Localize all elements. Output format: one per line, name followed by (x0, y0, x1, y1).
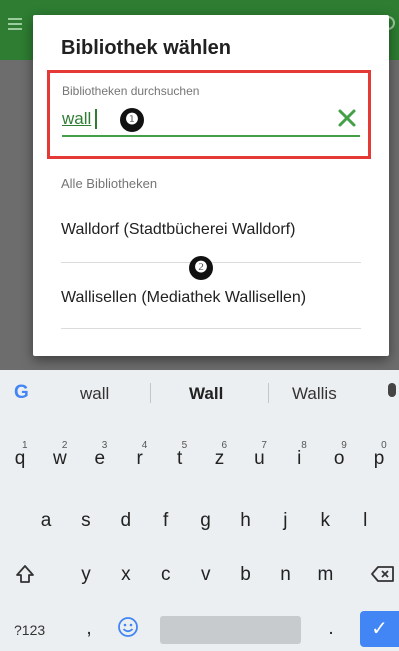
key-m[interactable]: m (310, 564, 340, 586)
suggestion-bar: G wall Wall Wallis (0, 370, 399, 414)
key-x[interactable]: x (111, 564, 141, 586)
clear-icon[interactable] (336, 107, 358, 129)
divider (61, 328, 361, 329)
key-t[interactable]: t (165, 448, 195, 470)
key-hint-8: 8 (301, 440, 307, 451)
library-picker-dialog: Bibliothek wählen Bibliotheken durchsuch… (33, 15, 389, 356)
key-r[interactable]: r (125, 448, 155, 470)
search-label: Bibliotheken durchsuchen (62, 84, 200, 98)
key-f[interactable]: f (151, 510, 181, 532)
search-input[interactable]: wall (62, 109, 91, 129)
suggestion-1[interactable]: wall (80, 384, 109, 404)
key-k[interactable]: k (310, 510, 340, 532)
search-underline (62, 135, 360, 137)
key-i[interactable]: i (284, 448, 314, 470)
key-e[interactable]: e (85, 448, 115, 470)
key-q[interactable]: q (5, 448, 35, 470)
menu-icon[interactable] (8, 18, 22, 30)
text-cursor (95, 109, 97, 129)
suggestion-3[interactable]: Wallis (292, 384, 337, 404)
key-w[interactable]: w (45, 448, 75, 470)
dialog-title: Bibliothek wählen (61, 37, 232, 59)
key-hint-9: 9 (341, 440, 347, 451)
key-hint-2: 2 (61, 440, 68, 451)
suggestion-2[interactable]: Wall (189, 384, 223, 404)
section-label: Alle Bibliotheken (61, 176, 158, 191)
separator (150, 383, 151, 403)
annotation-marker-2: ❷ (189, 256, 213, 280)
key-l[interactable]: l (350, 510, 380, 532)
key-hint-5: 5 (181, 440, 188, 451)
search-field-highlight: Bibliotheken durchsuchen wall ❶ (47, 70, 371, 159)
keyboard: G wall Wall Wallis q1w2e3r4t5z6u7i8o9p0 … (0, 370, 399, 651)
key-p[interactable]: p (364, 448, 394, 470)
key-hint-1: 1 (22, 440, 28, 451)
key-a[interactable]: a (31, 510, 61, 532)
key-g[interactable]: g (191, 510, 221, 532)
key-hint-0: 0 (381, 440, 387, 451)
space-key[interactable] (160, 616, 301, 644)
shift-icon[interactable] (14, 563, 36, 585)
library-item-wallisellen[interactable]: Wallisellen (Mediathek Wallisellen) (61, 289, 361, 307)
key-hint-6: 6 (221, 440, 228, 451)
key-hint-4: 4 (141, 440, 148, 451)
key-u[interactable]: u (244, 448, 274, 470)
key-j[interactable]: j (270, 510, 300, 532)
key-z[interactable]: z (205, 448, 235, 470)
backspace-icon[interactable] (371, 565, 395, 583)
key-y[interactable]: y (71, 564, 101, 586)
key-h[interactable]: h (231, 510, 261, 532)
key-c[interactable]: c (151, 564, 181, 586)
symbols-key[interactable]: ?123 (14, 622, 45, 638)
mic-icon[interactable] (388, 383, 396, 397)
key-hint-3: 3 (101, 440, 108, 451)
key-d[interactable]: d (111, 510, 141, 532)
emoji-icon[interactable] (117, 616, 139, 638)
google-icon[interactable]: G (14, 382, 34, 403)
key-b[interactable]: b (231, 564, 261, 586)
annotation-marker-1: ❶ (120, 108, 144, 132)
comma-key[interactable]: , (74, 618, 104, 640)
key-hint-7: 7 (261, 440, 267, 451)
key-v[interactable]: v (191, 564, 221, 586)
key-n[interactable]: n (271, 564, 301, 586)
separator (268, 383, 269, 403)
enter-key[interactable]: ✓ (360, 611, 399, 647)
key-s[interactable]: s (71, 510, 101, 532)
library-item-walldorf[interactable]: Walldorf (Stadtbücherei Walldorf) (61, 221, 361, 239)
key-o[interactable]: o (324, 448, 354, 470)
period-key[interactable]: . (316, 618, 346, 640)
